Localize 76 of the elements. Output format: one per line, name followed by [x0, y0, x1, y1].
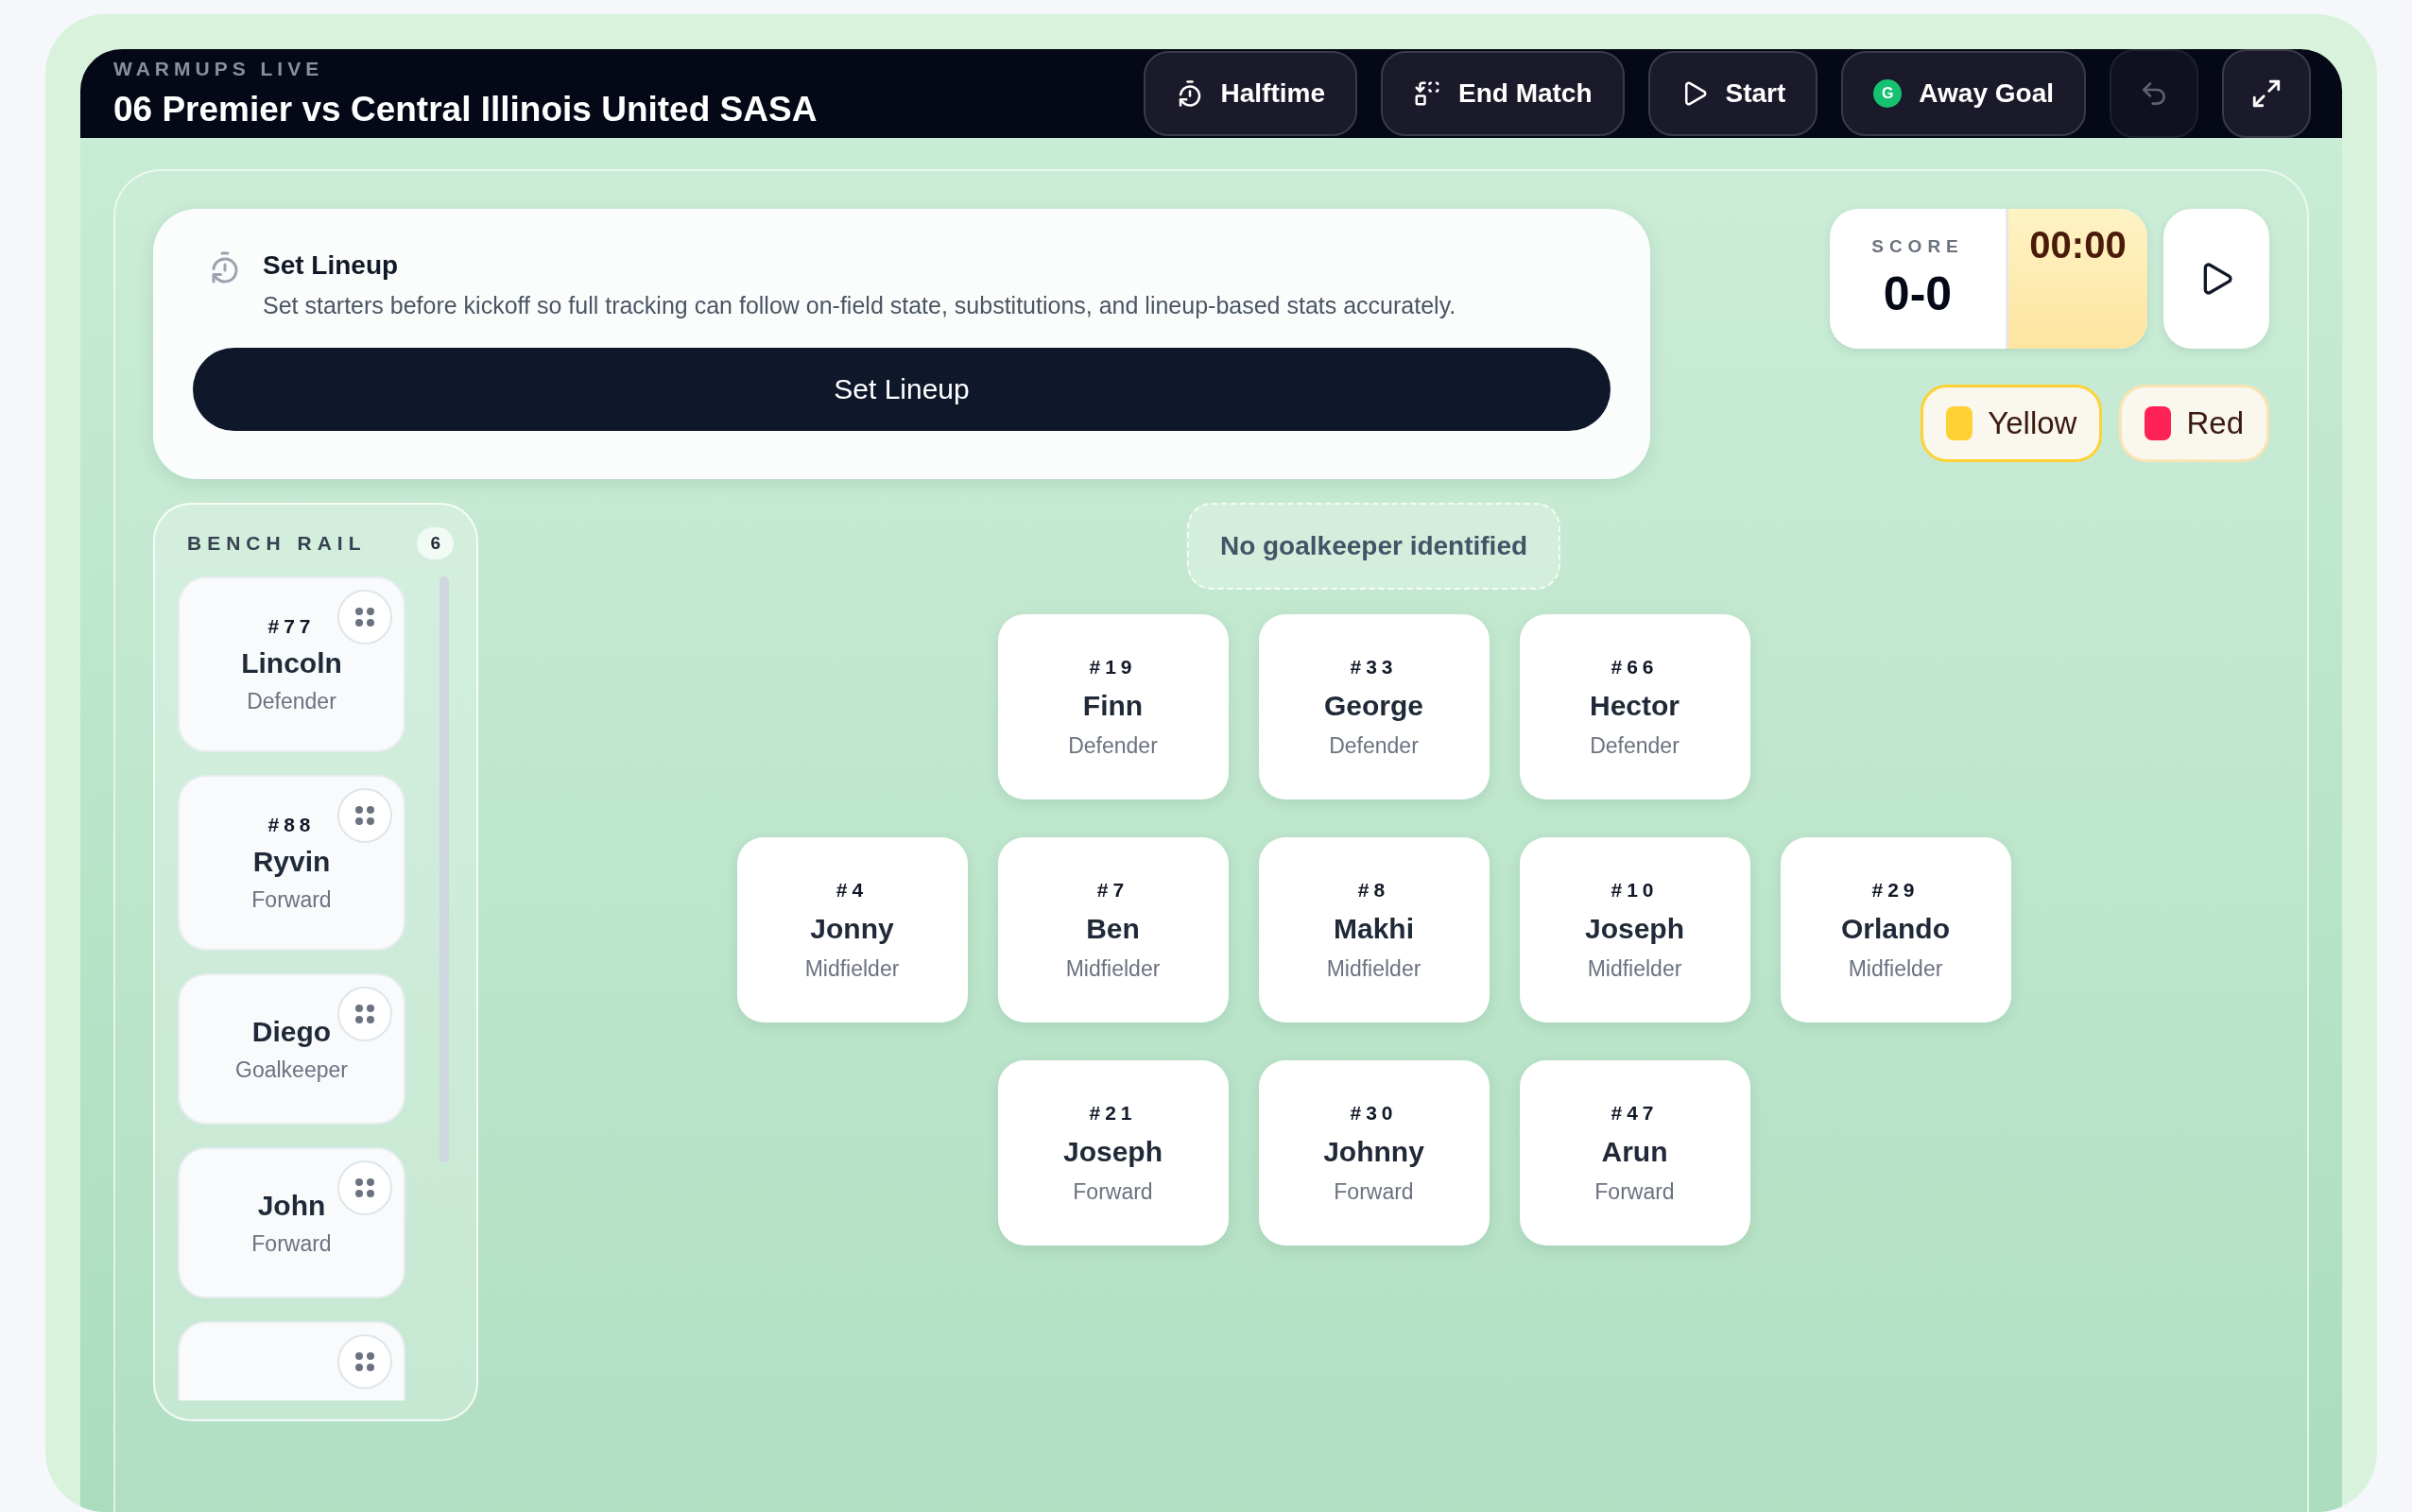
goal-button[interactable]: G Away Goal — [1841, 51, 2086, 136]
player-role: Midfielder — [1326, 955, 1421, 982]
player-name: Arun — [1601, 1135, 1668, 1168]
player-name: Diego — [251, 1015, 332, 1048]
player-name: George — [1324, 689, 1423, 722]
player-role: Midfielder — [804, 955, 900, 982]
score-value: 0-0 — [1883, 266, 1953, 321]
app-eyebrow: WARMUPS LIVE — [113, 58, 325, 80]
player-number: #30 — [1350, 1101, 1398, 1125]
goalkeeper-notice: No goalkeeper identified — [1186, 503, 1561, 590]
player-name: Finn — [1082, 689, 1144, 722]
start-button[interactable]: Start — [1647, 51, 1818, 136]
match-clock: 00:00 — [2029, 224, 2127, 267]
match-title: 06 Premier vs Central Illinois United SASA — [113, 90, 818, 129]
player-card[interactable]: #8 Makhi Midfielder — [1258, 837, 1490, 1022]
player-role: Forward — [1073, 1178, 1153, 1205]
player-card[interactable]: #19 Finn Defender — [997, 614, 1229, 799]
player-number: #19 — [1089, 655, 1137, 679]
player-role: Defender — [1068, 732, 1158, 759]
player-number: #77 — [267, 614, 316, 638]
bench-count: 6 — [417, 527, 454, 559]
player-name: Orlando — [1841, 912, 1950, 945]
player-role: Forward — [251, 1230, 332, 1257]
player-card[interactable]: #29 Orlando Midfielder — [1780, 837, 2011, 1022]
player-card[interactable]: #33 George Defender — [1258, 614, 1490, 799]
player-card[interactable]: #47 Arun Forward — [1519, 1060, 1750, 1246]
player-name: Lincoln — [241, 646, 342, 679]
score-label: SCORE — [1871, 236, 1964, 257]
player-number: #7 — [1096, 878, 1129, 902]
player-number: #21 — [1089, 1101, 1137, 1125]
player-role: Goalkeeper — [235, 1057, 348, 1083]
player-card[interactable]: #4 Jonny Midfielder — [736, 837, 968, 1022]
lineup-title: Set Lineup — [263, 250, 400, 281]
player-name: Johnny — [1323, 1135, 1424, 1168]
bench-player-card[interactable]: #88 Ryvin Forward — [178, 775, 405, 951]
bench-player-card[interactable]: Diego Goalkeeper — [178, 973, 405, 1125]
player-card[interactable]: #10 Joseph Midfielder — [1519, 837, 1750, 1022]
player-number: #66 — [1611, 655, 1659, 679]
player-card[interactable]: #30 Johnny Forward — [1258, 1060, 1490, 1246]
lineup-description: Set starters before kickoff so full tracking can follow on-field state, substitutions, and lineup-based stats accurately. — [263, 292, 1456, 319]
player-number: #88 — [267, 813, 316, 836]
player-role: Forward — [251, 886, 332, 913]
player-number: #29 — [1871, 878, 1920, 902]
player-name: Joseph — [1063, 1135, 1163, 1168]
player-card[interactable]: #21 Joseph Forward — [997, 1060, 1229, 1246]
bench-player-card[interactable]: #77 Lincoln Defender — [178, 576, 405, 752]
player-number: #33 — [1350, 655, 1398, 679]
player-number: #4 — [836, 878, 869, 902]
player-name: Hector — [1590, 689, 1680, 722]
player-number: #47 — [1611, 1101, 1659, 1125]
player-role: Forward — [1334, 1178, 1414, 1205]
player-name: Makhi — [1334, 912, 1414, 945]
player-role: Defender — [247, 688, 336, 714]
player-role: Midfielder — [1587, 955, 1682, 982]
card-button[interactable]: Red — [2119, 385, 2269, 462]
player-role: Defender — [1329, 732, 1419, 759]
player-role: Forward — [1594, 1178, 1675, 1205]
set-lineup-button[interactable]: Set Lineup — [193, 348, 1611, 431]
bench-title: BENCH RAIL — [187, 532, 367, 555]
team-badge: G — [1873, 79, 1903, 108]
player-number: #8 — [1357, 878, 1390, 902]
player-name: Joseph — [1585, 912, 1684, 945]
card-button[interactable]: Yellow — [1921, 385, 2103, 462]
player-role: Defender — [1590, 732, 1680, 759]
halftime-button[interactable]: Halftime — [1143, 51, 1357, 136]
player-card[interactable]: #7 Ben Midfielder — [997, 837, 1229, 1022]
player-name: John — [257, 1189, 326, 1222]
player-name: Ryvin — [252, 845, 331, 878]
player-role: Midfielder — [1065, 955, 1161, 982]
end-button[interactable]: End Match — [1381, 51, 1625, 136]
player-card[interactable]: #66 Hector Defender — [1519, 614, 1750, 799]
bench-player-card[interactable]: John Forward — [178, 1147, 405, 1298]
player-name: Ben — [1086, 912, 1140, 945]
player-role: Midfielder — [1848, 955, 1943, 982]
player-number: #10 — [1611, 878, 1659, 902]
player-name: Jonny — [810, 912, 894, 945]
